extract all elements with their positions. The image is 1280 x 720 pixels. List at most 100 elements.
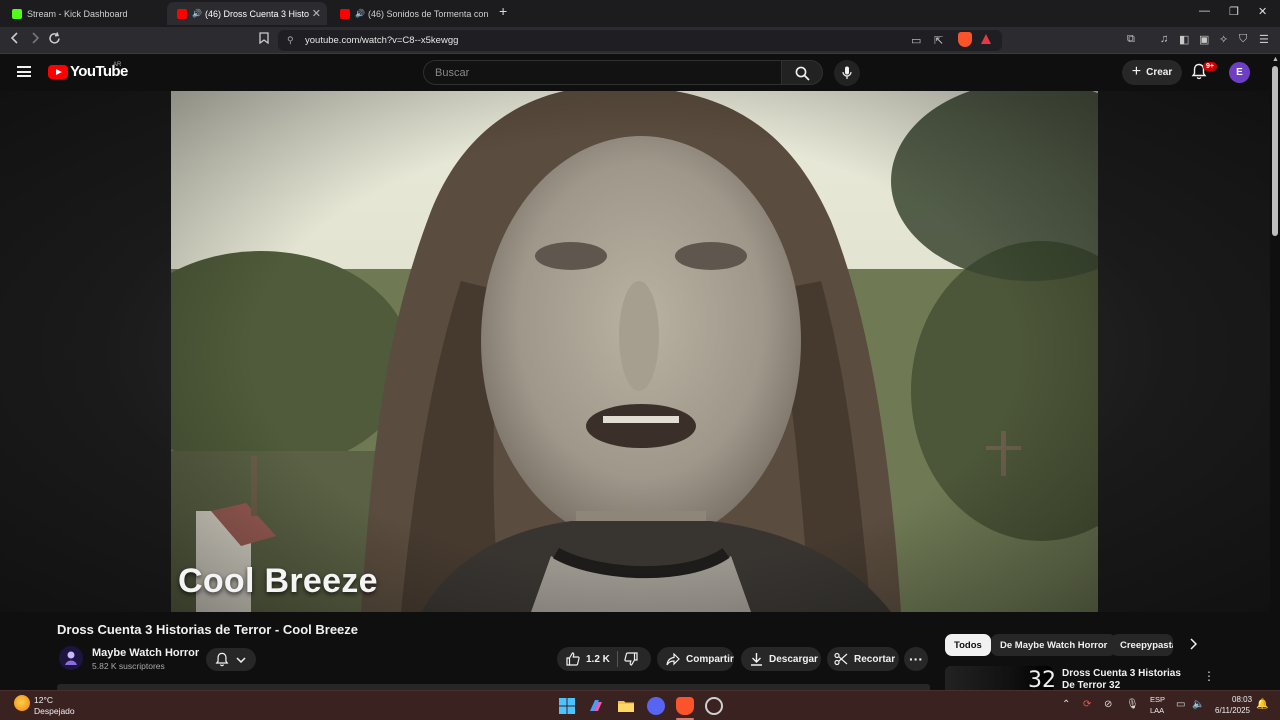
screenshot-icon[interactable]: ⧉ <box>1127 33 1135 46</box>
download-icon <box>751 653 762 666</box>
notification-center-icon[interactable]: 🔔 <box>1256 699 1268 710</box>
speaker-icon: 🔊 <box>355 9 365 18</box>
discord-icon[interactable] <box>647 697 665 715</box>
weather-sun-icon[interactable] <box>14 695 30 711</box>
browser-tab-dross[interactable]: 🔊 (46) Dross Cuenta 3 Historias ✕ <box>167 2 327 25</box>
wallet-icon[interactable]: ▣ <box>1199 33 1209 46</box>
tab-title: (46) Dross Cuenta 3 Historias <box>204 8 309 19</box>
youtube-favicon-icon <box>177 8 187 19</box>
copilot-icon[interactable] <box>587 697 605 715</box>
video-player[interactable] <box>0 91 1270 612</box>
kick-favicon-icon <box>12 8 22 19</box>
tray-overflow-icon[interactable]: ⌃ <box>1062 699 1070 710</box>
back-button[interactable] <box>10 32 20 47</box>
subscriber-count: 5.82 K suscriptores <box>92 661 165 671</box>
clock-date[interactable]: 6/11/2025 <box>1215 706 1250 715</box>
create-label: Crear <box>1146 67 1173 78</box>
cast-icon[interactable]: ▭ <box>911 34 921 47</box>
youtube-masthead: YouTube AR Buscar + Crear 9+ E <box>0 54 1280 91</box>
microphone-icon <box>842 66 852 79</box>
share-page-icon[interactable]: ⇱ <box>934 34 943 47</box>
video-title: Dross Cuenta 3 Historias de Terror - Coo… <box>57 622 359 637</box>
recommended-menu-icon[interactable]: ⋮ <box>1203 669 1215 683</box>
media-icon[interactable]: ♫ <box>1160 33 1168 45</box>
speaker-icon: 🔊 <box>192 9 202 18</box>
search-button[interactable] <box>781 60 823 85</box>
site-info-icon[interactable]: ⚲ <box>287 35 294 46</box>
windows-taskbar: 12°C Despejado ⌃ ⟳ ⊘ 🎙 ESP LAA ▭ 🔈 08:03… <box>0 690 1280 720</box>
browser-tab-sonidos[interactable]: 🔊 (46) Sonidos de Tormenta con Ar <box>330 2 490 25</box>
weather-description[interactable]: Despejado <box>34 706 75 716</box>
clip-button[interactable]: Recortar <box>827 647 899 671</box>
leo-ai-icon[interactable]: ✧ <box>1219 33 1228 46</box>
display-icon[interactable]: ▭ <box>1176 699 1185 710</box>
voice-search-button[interactable] <box>834 60 860 86</box>
input-layout[interactable]: LAA <box>1150 706 1164 715</box>
vpn-icon[interactable]: ⛉ <box>1239 33 1247 46</box>
like-button[interactable]: 1.2 K <box>557 652 610 666</box>
browser-tab-kick[interactable]: Stream - Kick Dashboard <box>2 2 162 25</box>
network-off-icon[interactable]: ⊘ <box>1104 699 1112 710</box>
youtube-favicon-icon <box>340 8 350 19</box>
video-still-image <box>171 91 1098 612</box>
more-actions-button[interactable]: ··· <box>904 647 928 671</box>
page-scrollbar-thumb[interactable] <box>1272 66 1278 236</box>
clip-label: Recortar <box>854 653 896 665</box>
youtube-logo-icon[interactable] <box>48 65 68 79</box>
bell-icon <box>215 652 229 667</box>
search-input[interactable]: Buscar <box>423 60 781 85</box>
minimize-button[interactable]: — <box>1199 5 1210 17</box>
start-menu-icon[interactable] <box>558 697 576 715</box>
obs-icon[interactable] <box>705 697 723 715</box>
recommended-title[interactable]: Dross Cuenta 3 Historias De Terror 32 <box>1062 668 1190 690</box>
chip-from-channel[interactable]: De Maybe Watch Horror <box>991 634 1117 656</box>
chip-creepypastas[interactable]: Creepypastas <box>1111 634 1173 656</box>
like-count: 1.2 K <box>586 653 610 665</box>
close-window-button[interactable]: ✕ <box>1258 5 1267 18</box>
sidebar-icon[interactable]: ◧ <box>1179 33 1189 46</box>
dislike-button[interactable] <box>624 652 638 666</box>
chips-next-button[interactable] <box>1189 638 1198 653</box>
new-tab-button[interactable]: + <box>499 3 507 19</box>
download-button[interactable]: Descargar <box>741 647 821 671</box>
country-code: AR <box>113 62 122 68</box>
create-button[interactable]: + Crear <box>1122 60 1182 85</box>
channel-name[interactable]: Maybe Watch Horror <box>92 647 199 659</box>
browser-toolbar: ⚲ youtube.com/watch?v=C8--x5kewgg ▭ ⇱ ⧉ … <box>0 27 1280 54</box>
reload-button[interactable] <box>48 32 61 48</box>
microphone-tray-icon[interactable]: 🎙 <box>1126 699 1139 710</box>
scroll-up-icon[interactable]: ▲ <box>1272 56 1279 63</box>
channel-logo-icon <box>59 646 83 670</box>
thumbs-up-icon <box>566 652 580 666</box>
brave-browser-icon[interactable] <box>676 697 694 715</box>
video-frame[interactable] <box>171 91 1098 612</box>
input-language[interactable]: ESP <box>1150 695 1165 704</box>
notification-count-badge: 9+ <box>1203 62 1217 71</box>
address-bar[interactable]: ⚲ youtube.com/watch?v=C8--x5kewgg ▭ ⇱ <box>278 30 1002 51</box>
clock-time[interactable]: 08:03 <box>1232 695 1252 704</box>
brave-rewards-icon[interactable] <box>981 34 991 44</box>
browser-menu-icon[interactable]: ☰ <box>1259 33 1269 46</box>
browser-tab-strip: Stream - Kick Dashboard 🔊 (46) Dross Cue… <box>0 0 1280 27</box>
channel-avatar[interactable] <box>59 646 83 670</box>
file-explorer-icon[interactable] <box>617 697 635 715</box>
maximize-button[interactable]: ❐ <box>1229 5 1239 18</box>
brave-shields-icon[interactable] <box>958 32 972 47</box>
subscription-bell-button[interactable] <box>206 648 256 671</box>
share-arrow-icon <box>666 652 680 665</box>
url-text: youtube.com/watch?v=C8--x5kewgg <box>305 35 459 46</box>
thumbs-down-icon <box>624 652 638 666</box>
forward-button[interactable] <box>30 32 40 47</box>
weather-temperature[interactable]: 12°C <box>34 695 53 705</box>
sync-icon[interactable]: ⟳ <box>1083 699 1091 710</box>
tab-title: (46) Sonidos de Tormenta con Ar <box>367 8 490 19</box>
account-avatar[interactable]: E <box>1229 62 1250 83</box>
bookmark-icon[interactable] <box>259 32 269 47</box>
like-divider <box>616 651 618 667</box>
tab-title: Stream - Kick Dashboard <box>27 8 128 19</box>
share-button[interactable]: Compartir <box>657 647 734 671</box>
close-tab-icon[interactable]: ✕ <box>312 7 321 20</box>
guide-menu-icon[interactable] <box>17 66 31 77</box>
chip-all[interactable]: Todos <box>945 634 991 656</box>
volume-icon[interactable]: 🔈 <box>1192 699 1204 710</box>
